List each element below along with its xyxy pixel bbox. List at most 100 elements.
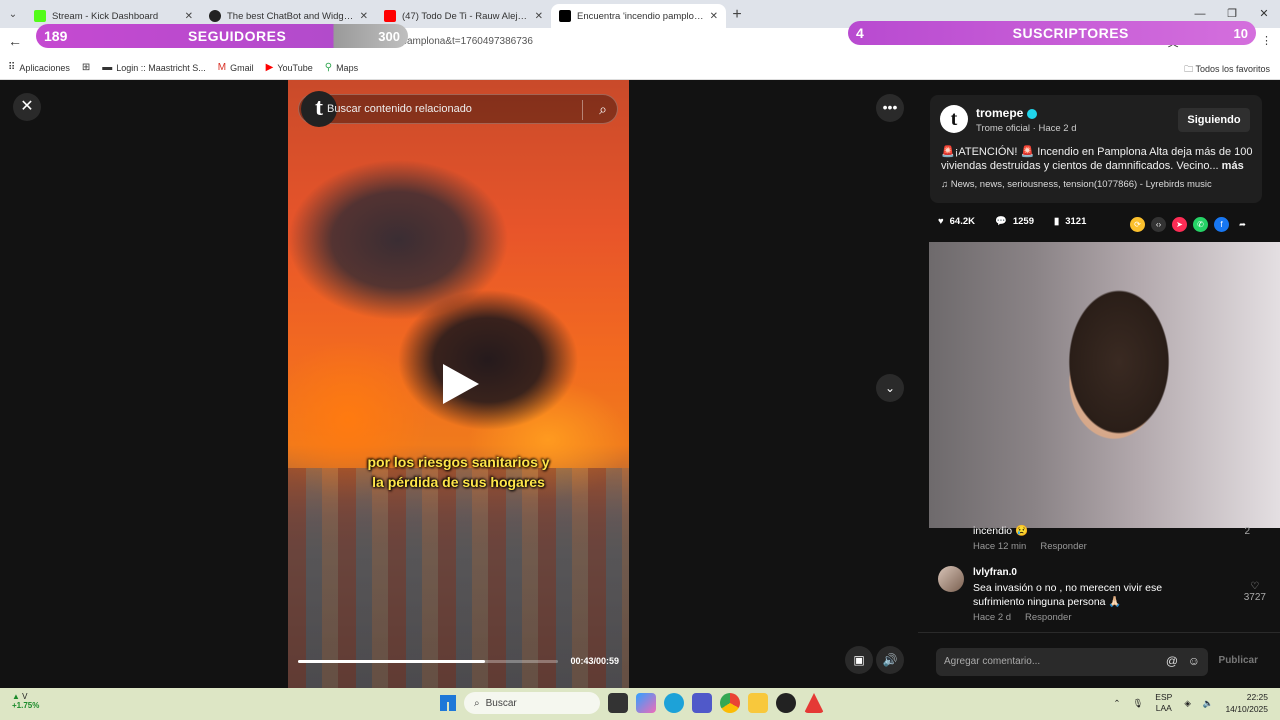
comment-button[interactable]: 💬 1259 [995, 216, 1034, 227]
video-houses-scene [288, 468, 629, 688]
search-placeholder: Buscar contenido relacionado [327, 103, 472, 115]
bookmark-youtube[interactable]: ▶ YouTube [266, 62, 313, 73]
creator-username[interactable]: tromepe [976, 106, 1038, 120]
speaker-icon[interactable]: 🔈 [1203, 698, 1214, 709]
creator-avatar[interactable]: t [940, 105, 968, 133]
music-note-icon: ♫ [941, 179, 951, 190]
description-text: 🚨¡ATENCIÓN! 🚨 Incendio en Pamplona Alta … [941, 146, 1253, 172]
task-view-icon[interactable] [608, 693, 628, 713]
comment-placeholder: Agregar comentario... [944, 656, 1041, 667]
bookmark-label: Login :: Maastricht S... [116, 62, 206, 73]
file-explorer-icon[interactable] [748, 693, 768, 713]
search-icon[interactable]: ⌕ [599, 101, 607, 118]
grid-icon: ⊞ [81, 62, 91, 73]
subscribers-goal-overlay: 4 SUSCRIPTORES 10 [848, 21, 1256, 45]
bookmark-maastricht[interactable]: ▬ Login :: Maastricht S... [102, 62, 206, 73]
bookmark-maps[interactable]: ⚲ Maps [325, 62, 358, 73]
video-time: 00:43/00:59 [570, 656, 619, 666]
embed-icon[interactable]: ‹› [1151, 217, 1166, 232]
reply-link[interactable]: Responder [1040, 541, 1086, 552]
network-icon[interactable]: ◈ [1184, 698, 1191, 709]
subs-label: SUSCRIPTORES [1012, 25, 1129, 41]
tab-search-dropdown[interactable]: ⌄ [0, 9, 26, 20]
facebook-icon[interactable]: f [1214, 217, 1229, 232]
play-icon[interactable] [443, 364, 479, 404]
close-tab-icon[interactable]: ✕ [360, 11, 368, 22]
search-icon: ⌕ [474, 697, 480, 709]
like-count: 64.2K [949, 216, 975, 227]
widgets-button[interactable]: ▲ V +1.75% [12, 692, 39, 710]
repost-icon[interactable]: ⟳ [1130, 217, 1145, 232]
folder-icon: 🗀 [1184, 64, 1196, 74]
bookmarks-bar: ⠿ Aplicaciones ⊞ ▬ Login :: Maastricht S..… [0, 56, 1280, 80]
commenter-username[interactable]: lvlyfran.0 [973, 567, 1017, 578]
close-tab-icon[interactable]: ✕ [185, 11, 193, 22]
bookmark-label: Gmail [230, 62, 254, 73]
previous-comment-meta: Hace 12 min Responder [973, 541, 1101, 552]
action-row: ♥ 64.2K 💬 1259 ▮ 3121 [938, 216, 1086, 227]
clock-time: 22:25 [1246, 692, 1268, 702]
stock-icon: ▲ [12, 692, 23, 701]
more-link[interactable]: más [1222, 160, 1244, 172]
tab-youtube[interactable]: (47) Todo De Ti - Rauw Alejand ✕ [376, 4, 551, 28]
share-arrow-icon[interactable]: ➦ [1235, 217, 1250, 232]
lang-line1: ESP [1155, 692, 1173, 702]
verified-icon [1027, 108, 1038, 119]
whatsapp-icon[interactable]: ✆ [1193, 217, 1208, 232]
save-button[interactable]: ▮ 3121 [1054, 216, 1086, 227]
close-viewer-button[interactable]: ✕ [13, 93, 41, 121]
like-button[interactable]: ♥ 64.2K [938, 216, 975, 227]
teams-icon[interactable] [692, 693, 712, 713]
related-search-bar[interactable]: t Buscar contenido relacionado ⌕ [298, 91, 618, 127]
tab-title: (47) Todo De Ti - Rauw Alejand [402, 10, 531, 22]
tiktok-viewer: ✕ t Buscar contenido relacionado ⌕ por l… [0, 80, 1280, 688]
bookmark-apps[interactable]: ⠿ Aplicaciones [8, 62, 70, 73]
close-tab-icon[interactable]: ✕ [535, 11, 543, 22]
post-comment-button[interactable]: Publicar [1219, 655, 1258, 666]
language-indicator[interactable]: ESP LAA [1155, 692, 1172, 714]
following-button[interactable]: Siguiendo [1178, 108, 1250, 132]
menu-dots-icon[interactable]: ⋮ [1261, 34, 1272, 50]
video-caption-line1: por los riesgos sanitarios y [367, 454, 550, 470]
next-video-button[interactable]: ⌄ [876, 374, 904, 402]
comment-like-count: 3727 [1243, 592, 1266, 603]
mention-icon[interactable]: @ [1166, 654, 1178, 668]
comments-panel: t tromepe Trome oficial · Hace 2 d Sigui… [918, 80, 1280, 688]
all-bookmarks[interactable]: 🗀 Todos los favoritos [1184, 62, 1270, 78]
clock[interactable]: 22:25 14/10/2025 [1225, 691, 1268, 715]
floating-player-icon[interactable]: ▣ [845, 646, 873, 674]
reply-link[interactable]: Responder [1025, 612, 1071, 623]
video-player[interactable]: t Buscar contenido relacionado ⌕ por los… [288, 80, 629, 688]
volume-icon[interactable]: 🔊 [876, 646, 904, 674]
bookmark-icon: ▮ [1053, 216, 1060, 227]
microphone-icon[interactable]: 🎙 [1133, 698, 1144, 709]
send-icon[interactable]: ➤ [1172, 217, 1187, 232]
more-options-button[interactable]: ••• [876, 94, 904, 122]
tray-chevron-icon[interactable]: ⌃ [1113, 698, 1120, 709]
windows-start-icon[interactable] [440, 695, 456, 711]
copilot-icon[interactable] [636, 693, 656, 713]
bookmark-gmail[interactable]: M Gmail [218, 62, 254, 73]
comment-input[interactable]: Agregar comentario... @ ☺ [936, 648, 1208, 676]
edge-icon[interactable] [664, 693, 684, 713]
close-tab-icon[interactable]: ✕ [710, 11, 718, 22]
close-window-icon[interactable]: ✕ [1248, 0, 1280, 28]
obs-icon[interactable] [776, 693, 796, 713]
comment-text: Sea invasión o no , no merecen vivir ese… [973, 582, 1163, 608]
commenter-avatar[interactable] [938, 566, 964, 592]
app-icon[interactable] [804, 693, 824, 713]
new-tab-button[interactable]: + [726, 6, 748, 24]
comment-like[interactable]: ♡ 3727 [1244, 581, 1266, 603]
music-row[interactable]: ♫ News, news, seriousness, tension(10778… [941, 179, 1212, 190]
progress-fill [298, 660, 486, 663]
taskbar-search[interactable]: ⌕ Buscar [464, 692, 600, 714]
comment-meta: Hace 2 d Responder [973, 612, 1086, 623]
emoji-icon[interactable]: ☺ [1188, 654, 1200, 668]
comment-compose: Agregar comentario... @ ☺ Publicar [918, 632, 1280, 688]
chrome-icon[interactable] [720, 693, 740, 713]
back-arrow-icon[interactable]: ← [8, 33, 22, 49]
tab-tiktok-search[interactable]: Encuentra 'incendio pamplona' ✕ [551, 4, 726, 28]
followers-goal-overlay: 189 SEGUIDORES 300 [36, 24, 408, 48]
save-count: 3121 [1065, 216, 1087, 227]
bookmark-login[interactable]: ⊞ [82, 62, 90, 73]
